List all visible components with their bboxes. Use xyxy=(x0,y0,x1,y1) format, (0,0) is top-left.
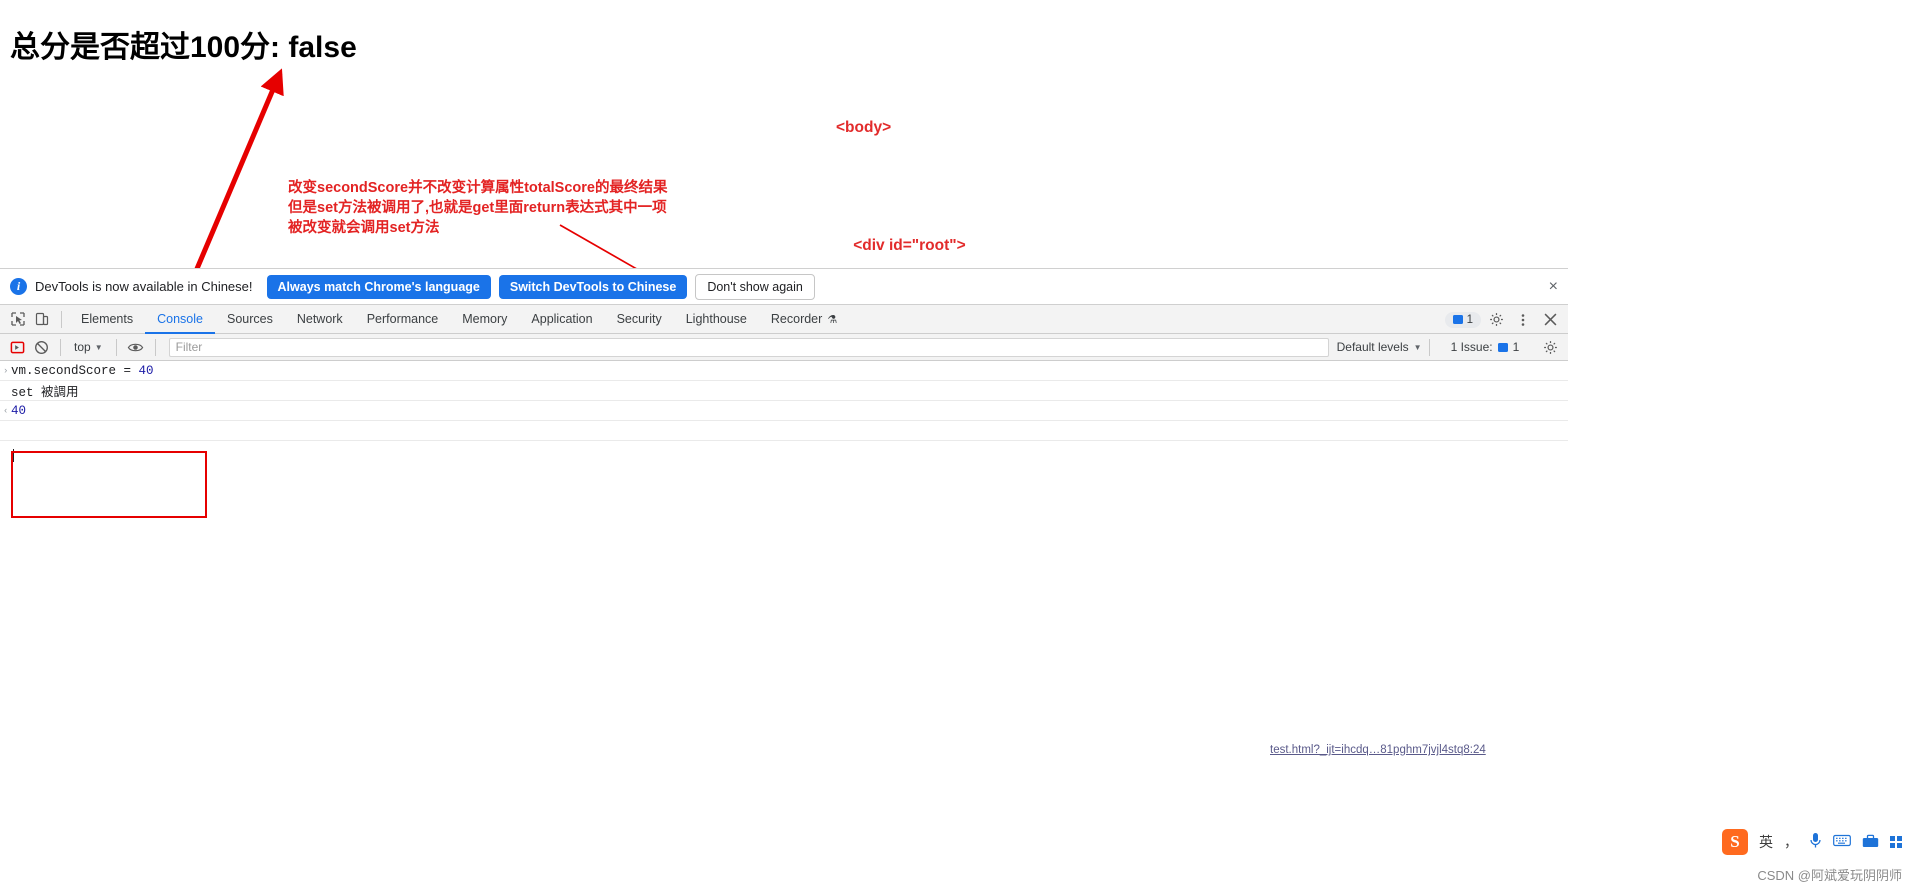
devtools-language-banner: i DevTools is now available in Chinese! … xyxy=(0,269,1568,305)
annotation-line-1: 改变secondScore并不改变计算属性totalScore的最终结果 xyxy=(288,180,668,196)
toolbar-divider xyxy=(61,310,62,328)
tab-lighthouse[interactable]: Lighthouse xyxy=(674,305,759,334)
console-value: 40 xyxy=(138,363,154,378)
info-icon: i xyxy=(10,278,27,295)
console-row-input: › vm.secondScore = 40 xyxy=(0,361,1568,381)
banner-message: DevTools is now available in Chinese! xyxy=(35,279,253,294)
console-highlight-box xyxy=(11,451,207,518)
console-source-link[interactable]: test.html?_ijt=ihcdq…81pghm7jvjl4stq8:24 xyxy=(1270,744,1486,756)
watermark: CSDN @阿斌爱玩阴阴师 xyxy=(1757,868,1902,883)
keyboard-icon[interactable] xyxy=(1833,834,1851,850)
console-row-result: ‹ 40 xyxy=(0,401,1568,421)
switch-to-chinese-button[interactable]: Switch DevTools to Chinese xyxy=(498,274,688,299)
result-marker: ‹ xyxy=(3,406,9,416)
devtools-tabbar: Elements Console Sources Network Perform… xyxy=(0,305,1568,334)
ime-language-toggle[interactable]: 英 xyxy=(1759,832,1773,852)
more-vertical-icon[interactable] xyxy=(1511,308,1535,332)
console-log-message: set 被調用 xyxy=(11,386,79,400)
tab-security[interactable]: Security xyxy=(605,305,674,334)
log-levels-label: Default levels xyxy=(1336,340,1409,354)
toolbar-divider xyxy=(115,338,117,356)
live-expression-icon[interactable] xyxy=(124,335,148,359)
filter-input[interactable] xyxy=(168,337,1329,357)
issues-label: 1 Issue: xyxy=(1450,340,1493,354)
console-input-expression: vm.secondScore = 40 xyxy=(11,363,154,378)
tab-memory[interactable]: Memory xyxy=(450,305,519,334)
page-title: 总分是否超过100分: false xyxy=(10,31,357,64)
console-result-value: 40 xyxy=(11,403,27,418)
screenshot-root: 总分是否超过100分: false 改变secondScore并不改变计算属性t… xyxy=(0,0,1920,892)
tab-application[interactable]: Application xyxy=(519,305,604,334)
message-icon xyxy=(1452,315,1463,324)
issues-count: 1 xyxy=(1512,340,1520,354)
toolbar-divider xyxy=(60,338,61,356)
page-blank-area xyxy=(1568,268,1920,892)
toolbar-divider xyxy=(154,338,156,356)
toolbox-icon[interactable] xyxy=(1862,834,1879,851)
console-caret xyxy=(13,449,14,462)
chevron-down-icon: ▼ xyxy=(1413,342,1422,352)
tab-performance[interactable]: Performance xyxy=(355,305,451,334)
grid-menu-icon[interactable] xyxy=(1890,836,1902,848)
sogou-logo-icon[interactable]: S xyxy=(1722,829,1748,855)
dont-show-again-button[interactable]: Don't show again xyxy=(695,273,815,300)
annotation-line-2: 但是set方法被调用了,也就是get里面return表达式其中一项 xyxy=(288,200,667,216)
tab-sources[interactable]: Sources xyxy=(215,305,285,334)
messages-count: 1 xyxy=(1466,313,1473,326)
always-match-language-button[interactable]: Always match Chrome's language xyxy=(266,274,491,299)
console-toolbar: top ▼ Default levels ▼ 1 Issue: 1 xyxy=(0,334,1568,361)
tab-network[interactable]: Network xyxy=(285,305,355,334)
tab-recorder-label: Recorder xyxy=(770,312,823,326)
execute-icon[interactable] xyxy=(5,335,29,359)
close-icon[interactable]: × xyxy=(1549,278,1558,295)
clear-console-icon[interactable] xyxy=(29,335,53,359)
devtools-panel: i DevTools is now available in Chinese! … xyxy=(0,268,1568,888)
ime-punctuation-toggle[interactable]: ， xyxy=(1784,832,1798,852)
ime-toolbar: S 英 ， xyxy=(1722,828,1902,856)
chevron-down-icon: ▼ xyxy=(94,342,103,352)
log-levels-selector[interactable]: Default levels ▼ xyxy=(1337,340,1422,354)
gear-icon[interactable] xyxy=(1538,336,1562,360)
messages-badge[interactable]: 1 xyxy=(1444,311,1481,328)
code-line: <body> xyxy=(836,118,892,136)
close-icon[interactable] xyxy=(1538,308,1562,332)
execution-context-selector[interactable]: top ▼ xyxy=(68,340,109,354)
toolbar-divider xyxy=(1428,338,1430,356)
annotation-line-3: 被改变就会调用set方法 xyxy=(288,220,440,236)
input-marker: › xyxy=(3,366,9,376)
console-prompt-row[interactable] xyxy=(0,421,1568,441)
gear-icon[interactable] xyxy=(1484,308,1508,332)
tab-console[interactable]: Console xyxy=(145,305,215,334)
console-output[interactable]: › vm.secondScore = 40 set 被調用 test.html?… xyxy=(0,361,1568,888)
execution-context-label: top xyxy=(74,340,91,354)
inspect-element-icon[interactable] xyxy=(6,307,30,331)
devtools-tabbar-actions: 1 xyxy=(1444,305,1562,334)
console-toolbar-actions xyxy=(1538,334,1562,361)
issues-badge[interactable]: 1 Issue: 1 xyxy=(1451,340,1520,354)
experiment-icon: ⚗ xyxy=(827,313,838,326)
tab-elements[interactable]: Elements xyxy=(69,305,145,334)
annotation-note: 改变secondScore并不改变计算属性totalScore的最终结果 但是s… xyxy=(288,178,667,238)
code-line: <div id="root"> xyxy=(836,237,966,255)
device-toolbar-icon[interactable] xyxy=(30,307,54,331)
microphone-icon[interactable] xyxy=(1809,832,1822,852)
issue-icon xyxy=(1497,342,1508,352)
tab-recorder[interactable]: Recorder ⚗ xyxy=(759,305,849,334)
console-row-log: set 被調用 test.html?_ijt=ihcdq…81pghm7jvjl… xyxy=(0,381,1568,756)
